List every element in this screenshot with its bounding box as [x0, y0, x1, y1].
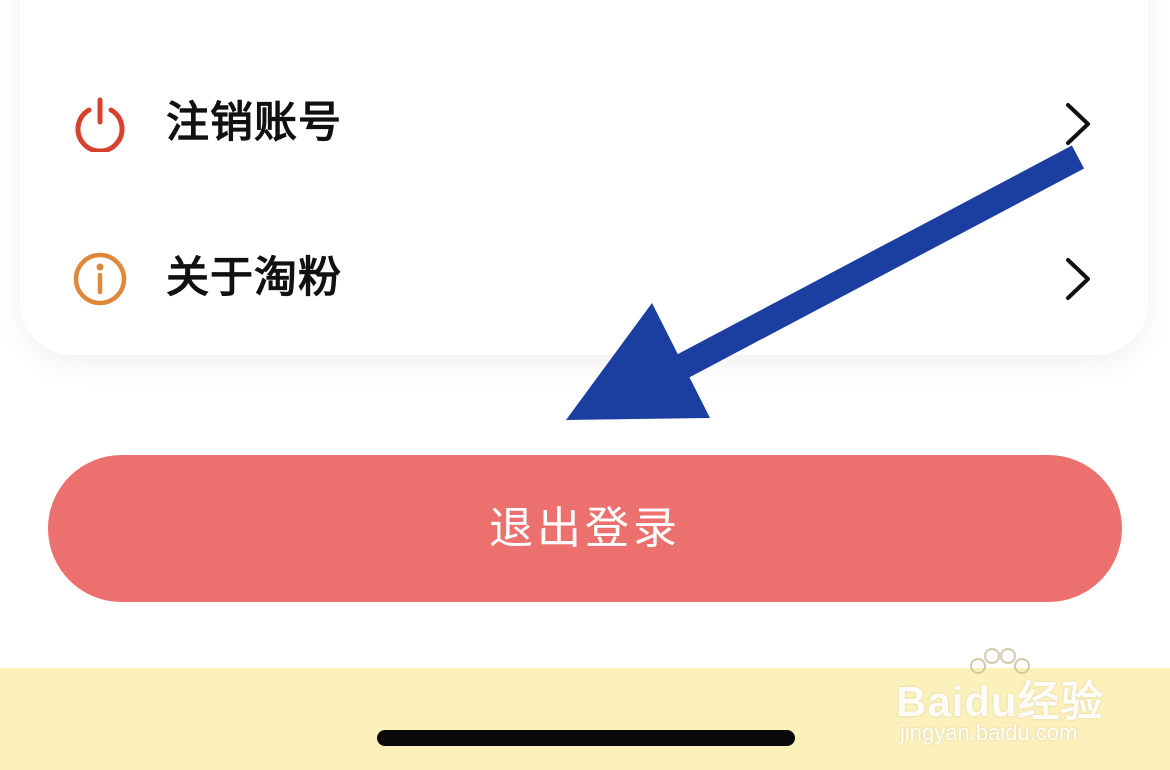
logout-button[interactable]: 退出登录 — [48, 455, 1122, 602]
settings-card: 注销账号 关于淘粉 — [20, 0, 1148, 355]
power-icon — [75, 97, 125, 152]
settings-row-label: 关于淘粉 — [166, 253, 342, 303]
info-icon — [73, 252, 127, 306]
settings-row-label: 注销账号 — [166, 98, 342, 148]
watermark-url: jingyan.baidu.com — [900, 720, 1078, 745]
settings-row-deactivate-account[interactable]: 注销账号 — [20, 62, 1148, 182]
chevron-right-icon — [1066, 258, 1090, 300]
chevron-right-icon — [1066, 103, 1090, 145]
watermark-logo: Baidu经验 jingyan.baidu.com — [896, 640, 1126, 750]
home-indicator[interactable] — [377, 730, 795, 746]
settings-row-about[interactable]: 关于淘粉 — [20, 217, 1148, 337]
